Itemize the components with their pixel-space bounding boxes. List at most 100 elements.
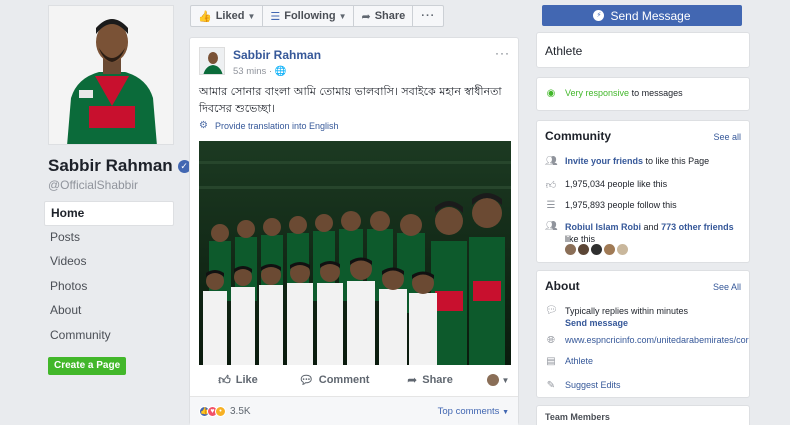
suggest-edits-link[interactable]: Suggest Edits bbox=[565, 380, 621, 390]
globe-icon: 🌐 bbox=[274, 66, 287, 77]
post-author-avatar[interactable] bbox=[199, 47, 225, 75]
share-label: Share bbox=[422, 374, 453, 386]
category-card: Athlete bbox=[536, 32, 750, 68]
pencil-icon: ✎ bbox=[546, 380, 556, 391]
share-arrow-icon: ➦ bbox=[361, 10, 371, 23]
messenger-icon: ◉ bbox=[546, 88, 556, 99]
post-footer: 👍 ♥ • 3.5K Top comments ▼ bbox=[190, 396, 518, 425]
avatar[interactable] bbox=[591, 244, 602, 255]
chevron-down-icon: ▼ bbox=[501, 375, 510, 385]
following-button[interactable]: ☰ Following ▼ bbox=[263, 6, 355, 26]
left-column: Sabbir Rahman ✓ @OfficialShabbir Home Po… bbox=[0, 0, 191, 425]
replies-text: Typically replies within minutes Send mes… bbox=[565, 305, 688, 329]
post-card: Sabbir Rahman 53 mins · 🌐 ··· আমার সোনার… bbox=[189, 37, 519, 425]
liked-button[interactable]: 👍 Liked ▼ bbox=[191, 6, 264, 26]
comment-button[interactable]: 💬︎ Comment bbox=[286, 373, 382, 387]
about-category-link[interactable]: Athlete bbox=[565, 356, 593, 366]
thumbs-up-icon: 👍︎ bbox=[218, 372, 231, 387]
people-icon: 👥︎ bbox=[545, 156, 558, 167]
team-members-title: Team Members bbox=[545, 412, 610, 422]
like-label: Like bbox=[235, 374, 258, 386]
post-actions: 👍︎ Like 💬︎ Comment ➦ Share ▼ bbox=[190, 368, 518, 392]
friend-name-link[interactable]: Robiul Islam Robi bbox=[565, 222, 641, 232]
team-members-card: Team Members bbox=[536, 405, 750, 425]
post-body-text: আমার সোনার বাংলা আমি তোমায় ভালবাসি। সবা… bbox=[199, 85, 502, 115]
avatar[interactable] bbox=[565, 244, 576, 255]
share-button[interactable]: ➦ Share bbox=[382, 373, 478, 387]
chevron-down-icon: ▼ bbox=[502, 409, 509, 416]
replies-label: Typically replies within minutes bbox=[565, 306, 689, 316]
messenger-icon: ⚡ bbox=[593, 10, 605, 21]
globe-icon: 🌐︎ bbox=[547, 335, 555, 346]
community-card: Community See all 👥︎ Invite your friends… bbox=[536, 120, 750, 263]
other-friends-link[interactable]: 773 other friends bbox=[661, 222, 734, 232]
page-handle[interactable]: @OfficialShabbir bbox=[48, 178, 138, 192]
about-send-message-link[interactable]: Send message bbox=[565, 318, 628, 328]
more-options-button[interactable]: ··· bbox=[413, 6, 443, 26]
community-see-all-link[interactable]: See all bbox=[713, 132, 741, 142]
invite-row: 👥︎ Invite your friends to like this Page bbox=[545, 156, 709, 167]
translate-link[interactable]: ⚙ Provide translation into English bbox=[199, 120, 339, 131]
rss-icon: ☰ bbox=[546, 200, 556, 211]
avatar bbox=[486, 374, 499, 386]
page-name-text: Sabbir Rahman bbox=[48, 156, 173, 175]
friends-text: Robiul Islam Robi and 773 other friends l… bbox=[565, 221, 734, 245]
profile-picture[interactable] bbox=[48, 5, 174, 145]
profile-photo-icon bbox=[49, 6, 173, 144]
friend-suffix: like this bbox=[565, 234, 596, 244]
liked-label: Liked bbox=[215, 10, 245, 22]
likes-count: 1,975,034 people like this bbox=[565, 179, 668, 189]
friend-avatars bbox=[565, 244, 630, 255]
about-title: About bbox=[545, 279, 580, 293]
like-button[interactable]: 👍︎ Like bbox=[190, 373, 286, 388]
reaction-count: 3.5K bbox=[230, 406, 251, 417]
nav-item-community[interactable]: Community bbox=[44, 324, 174, 349]
responsive-row: ◉ Very responsive to messages bbox=[545, 88, 683, 99]
thumbs-up-icon: 👍︎ bbox=[545, 180, 557, 191]
share-label: Share bbox=[374, 10, 406, 22]
post-author-name[interactable]: Sabbir Rahman bbox=[233, 48, 321, 62]
about-category-row: ▤ Athlete bbox=[545, 356, 593, 367]
website-link[interactable]: www.espncricinfo.com/unitedarabemirates/… bbox=[565, 335, 749, 345]
replies-row: 💬︎ Typically replies within minutes Send … bbox=[545, 305, 688, 329]
avatar[interactable] bbox=[617, 244, 628, 255]
post-timestamp[interactable]: 53 mins · 🌐 bbox=[233, 66, 287, 77]
post-as-selector[interactable]: ▼ bbox=[478, 374, 518, 386]
top-comments-label: Top comments bbox=[437, 406, 500, 417]
website-row: 🌐︎ www.espncricinfo.com/unitedarabemirat… bbox=[545, 335, 749, 346]
top-comments-dropdown[interactable]: Top comments ▼ bbox=[438, 406, 509, 417]
nav-item-videos[interactable]: Videos bbox=[44, 250, 174, 275]
nav-item-about[interactable]: About bbox=[44, 299, 174, 324]
nav-item-home[interactable]: Home bbox=[44, 201, 174, 226]
wow-reaction-icon: • bbox=[215, 406, 226, 417]
about-see-all-link[interactable]: See All bbox=[713, 282, 741, 292]
responsiveness-card: ◉ Very responsive to messages bbox=[536, 77, 750, 111]
nav-item-posts[interactable]: Posts bbox=[44, 226, 174, 251]
suggest-edits-row: ✎ Suggest Edits bbox=[545, 380, 621, 391]
create-page-button[interactable]: Create a Page bbox=[48, 357, 127, 375]
category-icon: ▤ bbox=[546, 356, 556, 367]
share-page-button[interactable]: ➦ Share bbox=[354, 6, 414, 26]
post-options-button[interactable]: ··· bbox=[495, 46, 510, 60]
translate-label: Provide translation into English bbox=[214, 120, 339, 131]
rss-icon: ☰ bbox=[270, 10, 281, 23]
reaction-summary[interactable]: 👍 ♥ • 3.5K bbox=[199, 406, 251, 417]
post-photo[interactable] bbox=[199, 141, 511, 365]
comment-bubble-icon: 💬︎ bbox=[298, 373, 314, 387]
follows-row: ☰ 1,975,893 people follow this bbox=[545, 200, 677, 211]
send-message-button[interactable]: ⚡ Send Message bbox=[542, 5, 742, 26]
responsive-suffix: to messages bbox=[631, 88, 683, 98]
invite-friends-link[interactable]: Invite your friends bbox=[565, 156, 643, 166]
friends-row: 👥︎ Robiul Islam Robi and 773 other frien… bbox=[545, 221, 741, 245]
likes-row: 👍︎ 1,975,034 people like this bbox=[545, 179, 667, 191]
nav-item-photos[interactable]: Photos bbox=[44, 275, 174, 300]
chevron-down-icon: ▼ bbox=[247, 11, 256, 21]
invite-suffix: to like this Page bbox=[645, 156, 710, 166]
gear-icon: ⚙ bbox=[199, 120, 208, 131]
invite-text: Invite your friends to like this Page bbox=[565, 156, 709, 166]
friend-and: and bbox=[643, 222, 659, 232]
avatar[interactable] bbox=[604, 244, 615, 255]
avatar[interactable] bbox=[578, 244, 589, 255]
comment-label: Comment bbox=[318, 374, 370, 386]
post-time: 53 mins bbox=[233, 66, 267, 77]
